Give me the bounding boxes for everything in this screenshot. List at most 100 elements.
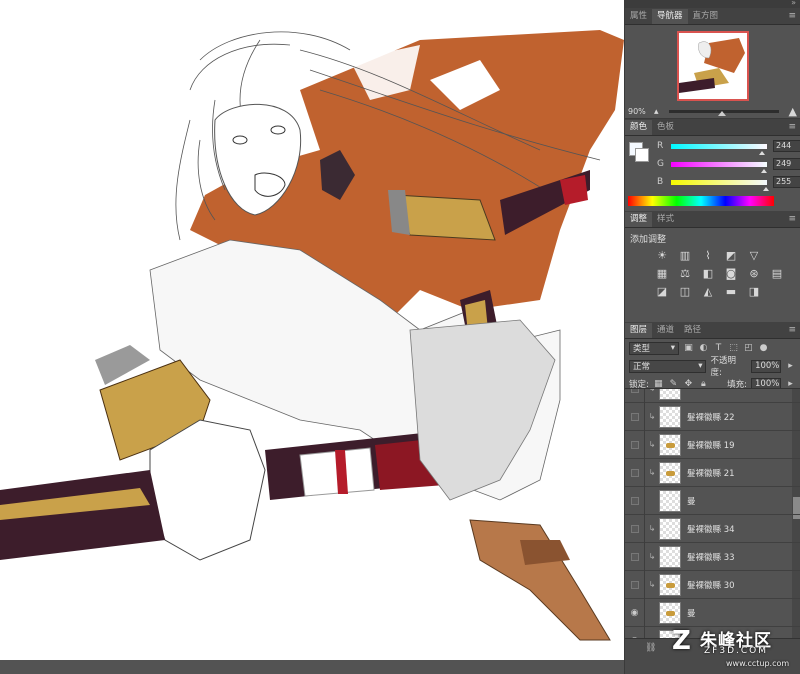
color-panel-menu-icon[interactable]: ≡ [788,122,796,132]
adjust-panel-menu-icon[interactable]: ≡ [788,214,796,224]
zoom-slider[interactable] [668,110,779,116]
tab-layers[interactable]: 图层 [625,323,653,338]
layer-filter-select[interactable]: 类型 ▾ [629,341,679,355]
black-white-icon[interactable]: ◧ [701,266,715,280]
gradient-map-icon[interactable]: ▬ [724,284,738,298]
blue-value[interactable]: 255 [773,176,800,188]
filter-shape-icon[interactable]: ⬚ [728,343,739,354]
levels-icon[interactable]: ▥ [678,248,692,262]
layer-thumbnail[interactable] [659,601,681,624]
layer-thumbnail[interactable] [659,545,681,568]
layer-name[interactable]: 髮裸徽縣 21 [687,467,735,479]
visibility-toggle[interactable] [625,514,645,543]
panel-top-strip: » [625,0,800,8]
collapse-panels-icon[interactable]: » [791,0,796,7]
panel-menu-icon[interactable]: ≡ [788,11,796,21]
visibility-toggle[interactable] [625,458,645,487]
filter-type-icon[interactable]: T [713,343,724,354]
tab-paths[interactable]: 路径 [679,323,706,338]
right-panel-dock: » 属性 导航器 直方图 ≡ 90% ▴ ▲ 颜色 色板 ≡ R 244 G 2… [624,0,800,674]
invert-icon[interactable]: ◪ [655,284,669,298]
zoom-value[interactable]: 90% [628,107,648,116]
visibility-toggle[interactable] [625,389,645,403]
layer-row[interactable]: ◉ 曼 [625,598,800,627]
opacity-dropdown-icon[interactable]: ▸ [785,361,796,372]
selective-color-icon[interactable]: ◨ [747,284,761,298]
tab-histogram[interactable]: 直方图 [688,9,724,24]
hue-saturation-icon[interactable]: ▦ [655,266,669,280]
tab-adjustments[interactable]: 调整 [625,212,653,227]
layer-row[interactable]: ↳ 髮裸徽縣 22 [625,402,800,431]
layer-name[interactable]: 髮裸徽縣 30 [687,579,735,591]
document-canvas[interactable] [0,0,624,660]
visibility-toggle[interactable] [625,570,645,599]
link-layers-icon[interactable]: ⛓ [645,643,656,653]
filter-adjustment-icon[interactable]: ◐ [698,343,709,354]
tab-navigator[interactable]: 导航器 [652,9,688,24]
visibility-toggle[interactable] [625,486,645,515]
layer-name[interactable]: 髮裸徽縣 34 [687,523,735,535]
clipping-mask-icon: ↳ [648,440,656,449]
layer-name[interactable]: 髮裸徽縣 22 [687,411,735,423]
tab-properties[interactable]: 属性 [625,9,652,24]
layer-thumbnail[interactable] [659,489,681,512]
zoom-in-icon[interactable]: ▲ [789,105,797,118]
red-row: R 244 [657,140,800,155]
watermark-url: www.cctup.com [726,659,790,668]
vibrance-icon[interactable]: ▽ [747,248,761,262]
layer-thumbnail[interactable] [659,573,681,596]
tab-color[interactable]: 颜色 [625,120,653,135]
background-color-swatch[interactable] [635,148,649,162]
layer-row[interactable]: ↳ 髮裸徽縣 21 [625,458,800,487]
zoom-out-icon[interactable]: ▴ [654,107,659,117]
tab-styles[interactable]: 样式 [652,212,679,227]
visibility-toggle[interactable] [625,542,645,571]
curves-icon[interactable]: ⌇ [701,248,715,262]
layer-row[interactable]: ↳ 髮裸徽縣 30 [625,570,800,599]
photo-filter-icon[interactable]: ◙ [724,266,738,280]
threshold-icon[interactable]: ◭ [701,284,715,298]
layer-row[interactable]: ↳ [625,389,800,403]
layer-name[interactable]: 髮裸徽縣 19 [687,439,735,451]
color-lookup-icon[interactable]: ▤ [770,266,784,280]
layer-thumbnail[interactable] [659,433,681,456]
opacity-field[interactable]: 100% [751,359,782,373]
eye-icon[interactable]: ◉ [625,626,645,638]
layer-row[interactable]: 曼 [625,486,800,515]
visibility-toggle[interactable] [625,430,645,459]
layer-thumbnail[interactable] [659,461,681,484]
layer-row[interactable]: ↳ 髮裸徽縣 34 [625,514,800,543]
color-spectrum-ramp[interactable] [628,196,774,206]
blend-mode-value: 正常 [633,362,651,372]
navigator-thumbnail[interactable] [677,31,749,101]
layers-list[interactable]: ↳ ↳ 髮裸徽縣 22 ↳ 髮裸徽縣 19 ↳ 髮裸徽縣 21 曼 ↳ 髮裸徽縣 34 ↳ 髮裸徽縣 … [625,388,800,638]
tab-channels[interactable]: 通道 [652,323,679,338]
layer-name[interactable]: 曼 [687,495,696,507]
color-balance-icon[interactable]: ⚖ [678,266,692,280]
layer-name[interactable]: 髮裸徽縣 33 [687,551,735,563]
posterize-icon[interactable]: ◫ [678,284,692,298]
brightness-icon[interactable]: ☀ [655,248,669,262]
layer-thumbnail[interactable] [659,405,681,428]
blue-slider[interactable] [671,179,770,191]
filter-toggle-icon[interactable]: ● [758,343,769,354]
layer-thumbnail[interactable] [659,389,681,400]
green-value[interactable]: 249 [773,158,800,170]
green-slider[interactable] [671,161,768,173]
exposure-icon[interactable]: ◩ [724,248,738,262]
red-value[interactable]: 244 [773,140,800,152]
layer-thumbnail[interactable] [659,517,681,540]
red-slider[interactable] [671,143,767,155]
filter-pixel-icon[interactable]: ▣ [683,343,694,354]
layer-row[interactable]: ↳ 髮裸徽縣 19 [625,430,800,459]
tab-swatches[interactable]: 色板 [652,120,679,135]
adjustment-icon-grid: ☀ ▥ ⌇ ◩ ▽ ▦ ⚖ ◧ ◙ ⊛ ▤ ◪ ◫ ◭ ▬ ◨ [655,248,785,298]
filter-smart-object-icon[interactable]: ◰ [743,343,754,354]
eye-icon[interactable]: ◉ [625,598,645,627]
layer-name[interactable]: 曼 [687,607,696,619]
visibility-toggle[interactable] [625,402,645,431]
layer-row[interactable]: ↳ 髮裸徽縣 33 [625,542,800,571]
channel-mixer-icon[interactable]: ⊛ [747,266,761,280]
layers-panel-menu-icon[interactable]: ≡ [788,325,796,335]
blend-mode-select[interactable]: 正常 ▾ [629,359,707,373]
